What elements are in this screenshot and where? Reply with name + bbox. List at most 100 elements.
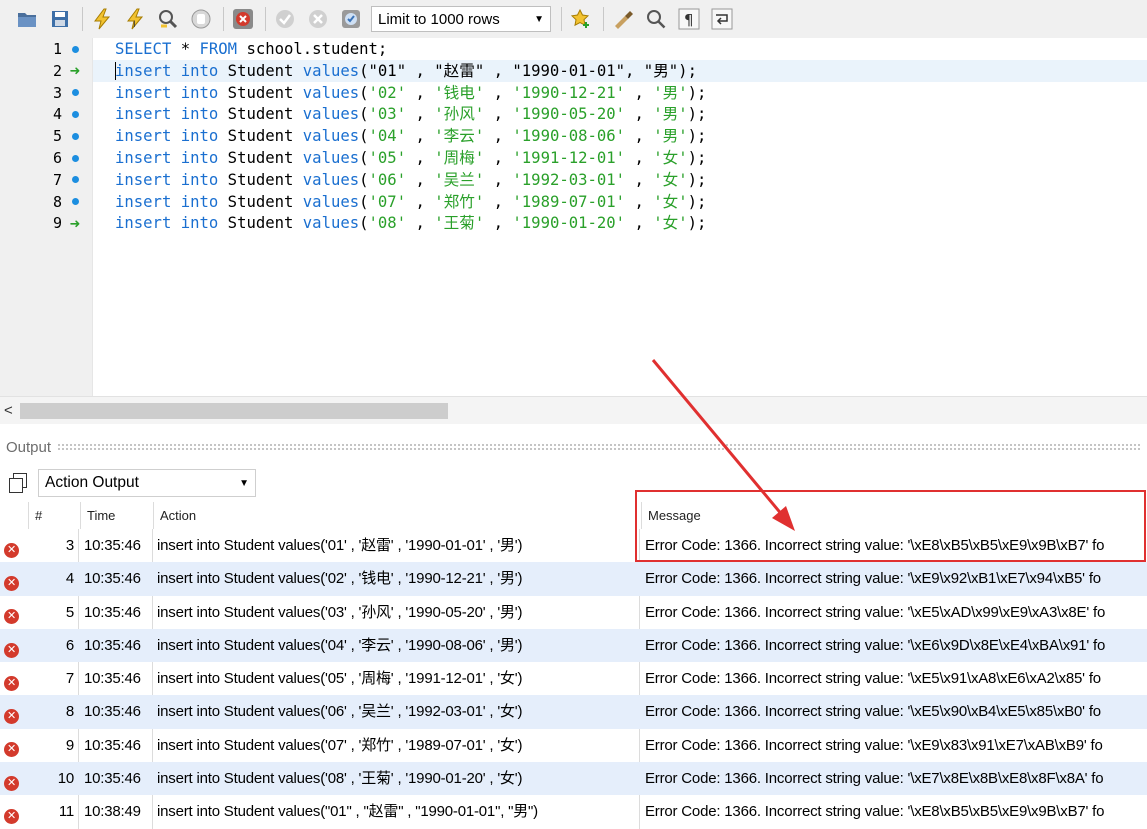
table-row[interactable]: ✕ 3 10:35:46 insert into Student values('01…	[0, 529, 1147, 562]
commit-icon[interactable]	[272, 6, 298, 32]
editor-horizontal-scrollbar[interactable]: <	[0, 396, 1147, 424]
svg-text:I: I	[133, 20, 136, 30]
sql-text: );	[687, 127, 707, 146]
wrap-icon[interactable]	[709, 6, 735, 32]
sql-text: Student	[218, 192, 303, 211]
sql-text: ,	[484, 192, 513, 211]
add-snippet-icon[interactable]	[568, 6, 594, 32]
table-row[interactable]: ✕ 6 10:35:46 insert into Student values('04…	[0, 628, 1147, 663]
table-row[interactable]: ✕ 8 10:35:46 insert into Student values('06…	[0, 695, 1147, 729]
toolbar-separator	[223, 7, 224, 31]
table-row[interactable]: ✕ 5 10:35:46 insert into Student values('03…	[0, 596, 1147, 629]
table-row[interactable]: ✕ 9 10:35:46 insert into Student values('07…	[0, 729, 1147, 762]
sql-string: '08'	[368, 214, 407, 233]
gutter-line: 7	[0, 169, 92, 191]
line-number-gutter: 1 2 ➜ 3 4 5 6 7 8 9 ➜	[0, 38, 92, 396]
explain-icon[interactable]	[155, 6, 181, 32]
find-icon[interactable]	[643, 6, 669, 32]
code-line[interactable]: SELECT * FROM school.student;	[115, 38, 387, 60]
beautify-icon[interactable]	[610, 6, 636, 32]
row-message: Error Code: 1366. Incorrect string value…	[645, 603, 1106, 621]
sql-string: '孙风'	[434, 105, 485, 124]
code-line[interactable]: insert into Student values('07' , '郑竹' ,…	[115, 191, 706, 213]
toolbar-separator	[265, 7, 266, 31]
row-number: 9	[65, 736, 74, 754]
scrollbar-thumb[interactable]	[20, 403, 448, 419]
table-row[interactable]: ✕ 4 10:35:46 insert into Student values('02…	[0, 562, 1147, 596]
invisible-chars-icon[interactable]: ¶	[676, 6, 702, 32]
table-row[interactable]: ✕ 7 10:35:46 insert into Student values('05…	[0, 662, 1147, 695]
row-action: insert into Student values('04' , '李云' ,…	[157, 636, 523, 654]
sql-keyword: into	[180, 83, 219, 102]
toggle-errors-icon[interactable]	[230, 6, 256, 32]
column-header-action[interactable]: Action	[153, 502, 639, 529]
code-line[interactable]: insert into Student values('05' , '周梅' ,…	[115, 147, 706, 169]
sql-text: ,	[406, 127, 435, 146]
code-line[interactable]: insert into Student values('08' , '王菊' ,…	[115, 212, 706, 234]
code-line[interactable]: insert into Student values('03' , '孙风' ,…	[115, 103, 706, 125]
gutter-line: 6	[0, 147, 92, 169]
row-action: insert into Student values('02' , '钱电' ,…	[157, 570, 523, 588]
sql-keyword: into	[180, 192, 219, 211]
output-type-select[interactable]: Action Output ▼	[38, 469, 256, 497]
sql-text: ,	[625, 192, 654, 211]
error-icon: ✕	[4, 629, 20, 662]
row-time: 10:35:46	[84, 636, 141, 654]
sql-text: Student	[218, 149, 303, 167]
execute-current-icon[interactable]: I	[122, 6, 148, 32]
sql-keyword: into	[180, 127, 219, 146]
column-header-time[interactable]: Time	[80, 502, 152, 529]
sql-text: ,	[484, 214, 513, 233]
sql-text: ,	[625, 127, 654, 146]
sql-keyword: values	[302, 149, 360, 167]
table-row[interactable]: ✕ 11 10:38:49 insert into Student values("0…	[0, 795, 1147, 828]
row-message: Error Code: 1366. Incorrect string value…	[645, 670, 1101, 688]
code-area[interactable]: SELECT * FROM school.student; insert into…	[92, 38, 1147, 396]
sql-string: '女'	[653, 192, 688, 211]
sql-string: '1990-12-21'	[512, 83, 626, 102]
sql-string: '郑竹'	[434, 192, 485, 211]
save-icon[interactable]	[47, 6, 73, 32]
line-number: 1	[52, 40, 62, 58]
sql-text: Student	[218, 83, 303, 102]
line-number: 9	[52, 214, 62, 233]
sql-string: '女'	[653, 214, 688, 233]
column-header-message[interactable]: Message	[641, 502, 1147, 529]
sql-text: Student	[218, 127, 303, 146]
chevron-down-icon: ▼	[239, 477, 249, 489]
scroll-left-icon[interactable]: <	[4, 402, 13, 419]
sql-keyword: FROM	[199, 40, 238, 58]
chevron-down-icon: ▼	[534, 13, 544, 25]
sql-string: '03'	[368, 105, 407, 124]
toolbar-separator	[561, 7, 562, 31]
sql-text: (	[359, 149, 369, 167]
table-row[interactable]: ✕ 10 10:35:46 insert into Student values('0…	[0, 762, 1147, 796]
sql-text: );	[687, 149, 707, 167]
sql-text: ,	[484, 170, 513, 189]
code-line[interactable]: insert into Student values('06' , '吴兰' ,…	[115, 169, 706, 191]
sql-text: ,	[406, 105, 435, 124]
sql-editor[interactable]: 1 2 ➜ 3 4 5 6 7 8 9 ➜ SELECT * FROM school.student…	[0, 38, 1147, 396]
code-line[interactable]: insert into Student values('04' , '李云' ,…	[115, 125, 706, 147]
sql-text: ,	[406, 214, 435, 233]
column-header-number[interactable]: #	[28, 502, 78, 529]
open-folder-icon[interactable]	[14, 6, 40, 32]
row-action: insert into Student values('05' , '周梅' ,…	[157, 670, 523, 688]
row-number: 7	[65, 670, 74, 688]
statement-dot-icon	[68, 176, 82, 184]
code-line[interactable]: insert into Student values("01" , "赵雷" ,…	[93, 59, 1147, 82]
svg-text:¶: ¶	[684, 11, 694, 29]
code-line[interactable]: insert into Student values('02' , '钱电' ,…	[115, 82, 706, 104]
rollback-icon[interactable]	[305, 6, 331, 32]
sql-string: '07'	[368, 192, 407, 211]
autocommit-icon[interactable]	[338, 6, 364, 32]
sql-text: (	[359, 170, 369, 189]
sql-text: Student	[218, 61, 303, 80]
limit-rows-select[interactable]: Limit to 1000 rows ▼	[371, 6, 551, 32]
current-statement-arrow-icon: ➜	[69, 63, 81, 79]
stop-icon[interactable]	[188, 6, 214, 32]
execute-icon[interactable]	[89, 6, 115, 32]
copy-icon[interactable]	[8, 473, 28, 493]
